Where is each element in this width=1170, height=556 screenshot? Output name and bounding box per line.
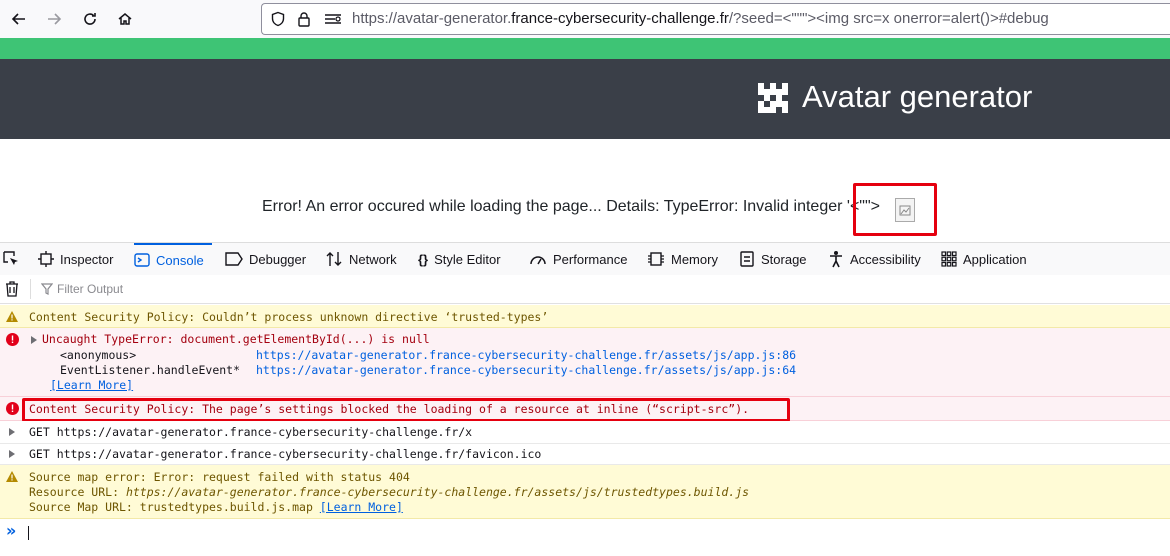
performance-icon xyxy=(530,256,546,265)
expand-arrow-icon[interactable] xyxy=(31,336,37,344)
top-accent-bar xyxy=(0,38,1170,59)
storage-icon xyxy=(740,251,754,267)
expand-arrow-icon[interactable] xyxy=(9,428,15,436)
arrow-left-icon xyxy=(11,13,25,25)
text-cursor xyxy=(28,526,29,540)
error-icon xyxy=(6,333,19,346)
element-picker-button[interactable] xyxy=(2,243,28,275)
url-bar[interactable]: https://avatar-generator.france-cybersec… xyxy=(261,3,1170,35)
browser-toolbar: https://avatar-generator.france-cybersec… xyxy=(0,0,1170,38)
reload-icon xyxy=(84,13,96,25)
style-editor-icon: {} xyxy=(418,251,429,267)
reload-button[interactable] xyxy=(77,6,103,32)
page-title: Avatar generator xyxy=(802,79,1033,114)
tab-style-editor[interactable]: {} Style Editor xyxy=(418,243,501,275)
shield-icon[interactable] xyxy=(270,11,286,27)
error-message: Error! An error occured while loading th… xyxy=(262,198,909,215)
stack-frame-function: EventListener.handleEvent* xyxy=(60,363,241,377)
console-error-uncaught: Uncaught TypeError: document.getElementB… xyxy=(0,328,1170,397)
memory-icon xyxy=(648,252,664,266)
application-icon xyxy=(941,251,957,267)
learn-more-link[interactable]: [Learn More] xyxy=(320,500,403,514)
console-message-text: Resource URL: https://avatar-generator.f… xyxy=(29,485,750,499)
console-message-text: GET https://avatar-generator.france-cybe… xyxy=(29,425,473,439)
trash-icon[interactable] xyxy=(5,281,19,297)
tab-accessibility[interactable]: Accessibility xyxy=(828,243,921,275)
console-message-text: Content Security Policy: Couldn’t proces… xyxy=(29,310,549,324)
console-warning-csp: Content Security Policy: Couldn’t proces… xyxy=(0,305,1170,328)
tab-application[interactable]: Application xyxy=(941,243,1027,275)
home-button[interactable] xyxy=(112,6,138,32)
highlight-box-csp-error xyxy=(22,398,790,422)
warning-icon xyxy=(6,471,18,482)
pick-element-icon xyxy=(3,251,18,265)
accessibility-icon xyxy=(830,251,842,268)
tab-debugger[interactable]: Debugger xyxy=(225,243,306,275)
tab-inspector[interactable]: Inspector xyxy=(38,243,113,275)
home-icon xyxy=(118,13,132,25)
console-icon xyxy=(134,253,150,267)
stack-frame-link[interactable]: https://avatar-generator.france-cybersec… xyxy=(256,363,796,377)
forward-button[interactable] xyxy=(41,6,67,32)
inspector-icon xyxy=(38,251,54,267)
url-text: https://avatar-generator.france-cybersec… xyxy=(352,10,1049,27)
page-header: Avatar generator xyxy=(0,59,1170,139)
console-message-text: Source Map URL: trustedtypes.build.js.ma… xyxy=(29,500,403,514)
prompt-icon: » xyxy=(6,521,17,540)
filter-input[interactable]: Filter Output xyxy=(57,282,123,296)
back-button[interactable] xyxy=(6,6,32,32)
arrow-right-icon xyxy=(48,13,62,25)
divider xyxy=(30,279,31,299)
debugger-icon xyxy=(225,252,243,266)
stack-frame-function: <anonymous> xyxy=(60,348,137,362)
tab-network[interactable]: Network xyxy=(325,243,397,275)
expand-arrow-icon[interactable] xyxy=(9,450,15,458)
warning-icon xyxy=(6,311,18,322)
tab-storage[interactable]: Storage xyxy=(739,243,807,275)
tab-performance[interactable]: Performance xyxy=(529,243,627,275)
tab-console[interactable]: Console xyxy=(134,243,212,275)
console-message-text: GET https://avatar-generator.france-cybe… xyxy=(29,447,542,461)
stack-frame-link[interactable]: https://avatar-generator.france-cybersec… xyxy=(256,348,796,362)
permissions-icon[interactable] xyxy=(324,12,342,26)
devtools-toolbar: Inspector Console Debugger Network {} St… xyxy=(0,242,1170,276)
learn-more-link[interactable]: [Learn More] xyxy=(50,378,133,392)
console-message-text: Source map error: Error: request failed … xyxy=(29,470,410,484)
console-filter-bar: Filter Output xyxy=(0,275,1170,304)
filter-icon xyxy=(41,283,53,295)
console-network-request[interactable]: GET https://avatar-generator.france-cybe… xyxy=(0,421,1170,444)
lock-icon[interactable] xyxy=(297,11,311,27)
network-icon xyxy=(326,252,342,266)
console-warning-sourcemap: Source map error: Error: request failed … xyxy=(0,465,1170,519)
console-input[interactable]: » xyxy=(0,519,1170,556)
console-network-request[interactable]: GET https://avatar-generator.france-cybe… xyxy=(0,444,1170,465)
avatar-logo-icon xyxy=(758,83,788,113)
console-message-text: Uncaught TypeError: document.getElementB… xyxy=(42,332,430,346)
tab-memory[interactable]: Memory xyxy=(647,243,718,275)
error-icon xyxy=(6,402,19,415)
highlight-box-injected-image xyxy=(853,183,937,236)
